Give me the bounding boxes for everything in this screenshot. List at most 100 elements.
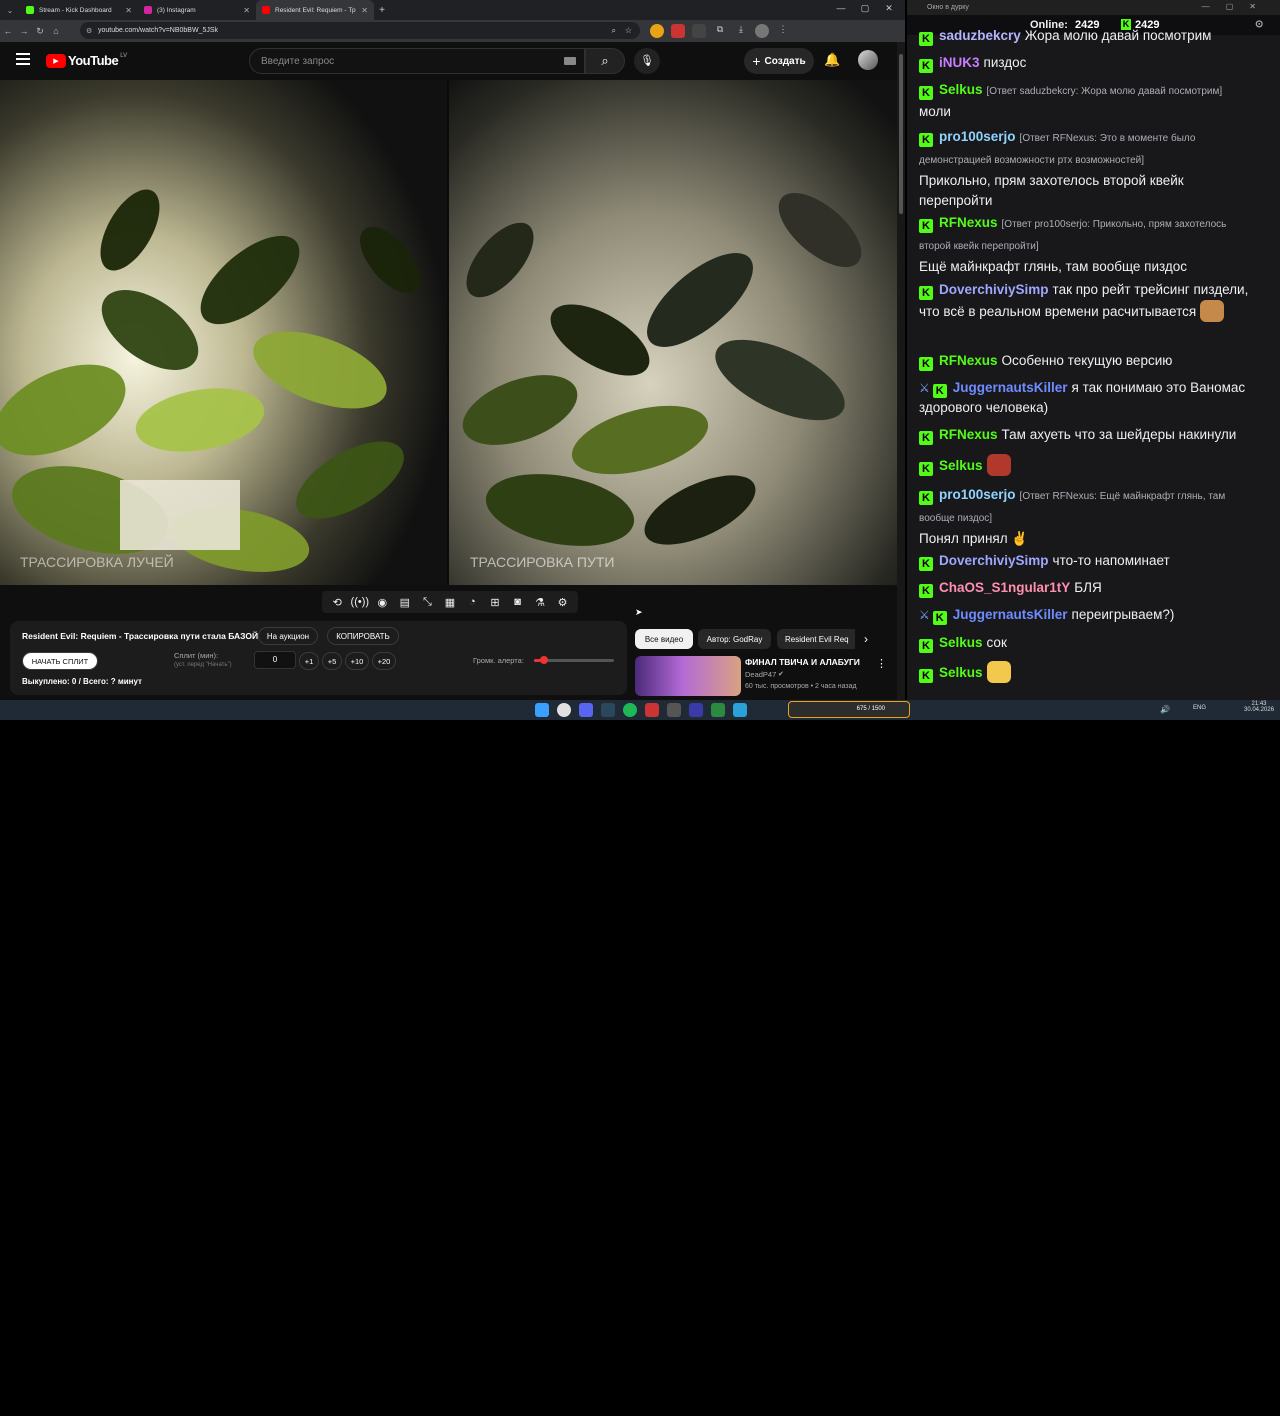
extension-icon[interactable] [671,24,685,38]
chrome-icon[interactable] [557,703,571,717]
keyboard-icon[interactable] [564,57,576,65]
rec-channel-name[interactable]: DeadP47 [745,670,776,679]
app-icon[interactable] [667,703,681,717]
rec-video-title[interactable]: ФИНАЛ ТВИЧА И АЛАБУГИ [745,657,860,667]
chat-username[interactable]: Selkus [939,82,983,97]
forward-icon[interactable]: → [16,26,32,36]
add-20-button[interactable]: +20 [372,652,396,670]
resize-icon[interactable]: ⤡ [417,596,437,609]
copy-button[interactable]: КОПИРОВАТЬ [327,627,399,645]
close-icon[interactable]: ✕ [243,6,250,15]
chat-window-controls[interactable]: —▢✕ [1202,2,1272,11]
speaker-icon[interactable]: 🔊 [1160,705,1170,714]
downloads-icon[interactable]: ⤓ [734,24,748,38]
hamburger-menu-icon[interactable] [16,53,30,65]
video-player[interactable]: ТРАССИРОВКА ЛУЧЕЙ ТРАССИРОВКА ПУТИ [0,80,897,585]
tab-search-icon[interactable]: ⌄ [0,6,20,15]
start-split-button[interactable]: НАЧАТЬ СПЛИТ [22,652,98,670]
close-icon[interactable]: ✕ [125,6,132,15]
spotify-icon[interactable] [623,703,637,717]
bookmark-star-icon[interactable]: ☆ [625,26,632,35]
chip-author[interactable]: Автор: GodRay [698,629,771,649]
chat-username[interactable]: DoverchiviySimp [939,282,1049,297]
create-button[interactable]: + Создать [744,48,814,74]
eye-icon[interactable]: ◉ [372,596,392,609]
new-tab-icon[interactable]: + [374,5,390,16]
add-1-button[interactable]: +1 [299,652,319,670]
search-input[interactable]: Введите запрос [249,48,585,74]
site-info-icon[interactable]: ⚙ [86,27,92,35]
chat-username[interactable]: RFNexus [939,353,998,368]
camera-icon[interactable]: ◙ [508,596,528,608]
tab-kick[interactable]: Stream - Kick Dashboard ✕ [20,0,138,20]
chat-username[interactable]: iNUK3 [939,55,980,70]
alert-volume-knob[interactable] [539,656,548,664]
profile-avatar[interactable] [755,24,769,38]
add-10-button[interactable]: +10 [345,652,369,670]
tab-label: (3) Instagram [157,6,196,14]
loop-icon[interactable]: ⟲ [327,596,347,609]
extension-icon[interactable] [650,24,664,38]
progress-widget[interactable]: 675 / 1500 [788,701,910,718]
media-player-icon[interactable] [689,703,703,717]
menu-kebab-icon[interactable]: ⋮ [776,24,790,38]
close-icon[interactable]: ✕ [361,6,368,15]
speed-gauge-icon[interactable]: ◔ [462,596,482,608]
windows-start-icon[interactable] [535,703,549,717]
scrollbar-thumb[interactable] [899,54,903,214]
split-minutes-input[interactable]: 0 [254,651,296,669]
film-icon[interactable]: ▤ [395,596,415,609]
video-thumbnail[interactable] [635,656,741,696]
chat-username[interactable]: JuggernautsKiller [953,380,1068,395]
voice-search-button[interactable]: 🎙 [634,48,660,74]
chat-username[interactable]: pro100serjo [939,129,1016,144]
chat-username[interactable]: Selkus [939,458,983,473]
close-window-icon[interactable]: ✕ [877,3,901,14]
add-frame-icon[interactable]: ⊞ [485,596,505,609]
obs-icon[interactable] [645,703,659,717]
notifications-bell-icon[interactable]: 🔔 [824,52,840,68]
chat-username[interactable]: Selkus [939,665,983,680]
flask-icon[interactable]: ⚗ [530,596,550,609]
auction-button[interactable]: На аукцион [258,627,318,645]
minimize-icon[interactable]: — [829,3,853,14]
back-icon[interactable]: ← [0,26,16,36]
chat-settings-icon[interactable]: ⊙ [1255,19,1263,30]
chat-username[interactable]: ChaOS_S1ngular1tY [939,580,1070,595]
add-5-button[interactable]: +5 [322,652,342,670]
reload-icon[interactable]: ↻ [32,26,48,37]
zoom-icon[interactable]: ⌕ [612,26,616,36]
frame-icon[interactable]: ▦ [440,596,460,609]
tab-youtube[interactable]: Resident Evil: Requiem - Тр ✕ [256,0,374,20]
chat-username[interactable]: RFNexus [939,215,998,230]
extension-icon[interactable] [692,24,706,38]
language-indicator[interactable]: ENG [1193,705,1206,711]
rec-more-icon[interactable]: ⋮ [876,657,887,670]
alert-volume-slider[interactable] [534,656,614,664]
steam-icon[interactable] [601,703,615,717]
discord-icon[interactable] [579,703,593,717]
page-scrollbar[interactable] [897,42,905,700]
settings-gear-icon[interactable]: ⚙ [553,596,573,609]
home-icon[interactable]: ⌂ [48,26,64,36]
chat-username[interactable]: pro100serjo [939,487,1016,502]
extensions-puzzle-icon[interactable]: ⧉ [713,24,727,38]
tab-instagram[interactable]: (3) Instagram ✕ [138,0,256,20]
telegram-icon[interactable] [733,703,747,717]
url-field[interactable]: ⚙ youtube.com/watch?v=NB0bBW_5JSk ☆ ⌕ [80,22,640,39]
youtube-logo[interactable]: ▶ YouTube LV [46,53,127,68]
chat-username[interactable]: RFNexus [939,427,998,442]
chat-username[interactable]: JuggernautsKiller [953,607,1068,622]
app-icon[interactable] [711,703,725,717]
chat-username[interactable]: Selkus [939,635,983,650]
broadcast-icon[interactable]: ((•)) [350,596,370,608]
search-button[interactable]: ⌕ [585,48,625,74]
chips-next-icon[interactable]: › [864,632,868,646]
chat-username[interactable]: DoverchiviySimp [939,553,1049,568]
chip-all-videos[interactable]: Все видео [635,629,693,649]
chip-resident-evil[interactable]: Resident Evil Req [777,629,855,649]
maximize-icon[interactable]: ▢ [853,3,877,14]
clock[interactable]: 21:43 30.04.2026 [1244,701,1274,713]
chat-username[interactable]: saduzbekcry [939,28,1021,43]
account-avatar[interactable] [858,50,878,70]
